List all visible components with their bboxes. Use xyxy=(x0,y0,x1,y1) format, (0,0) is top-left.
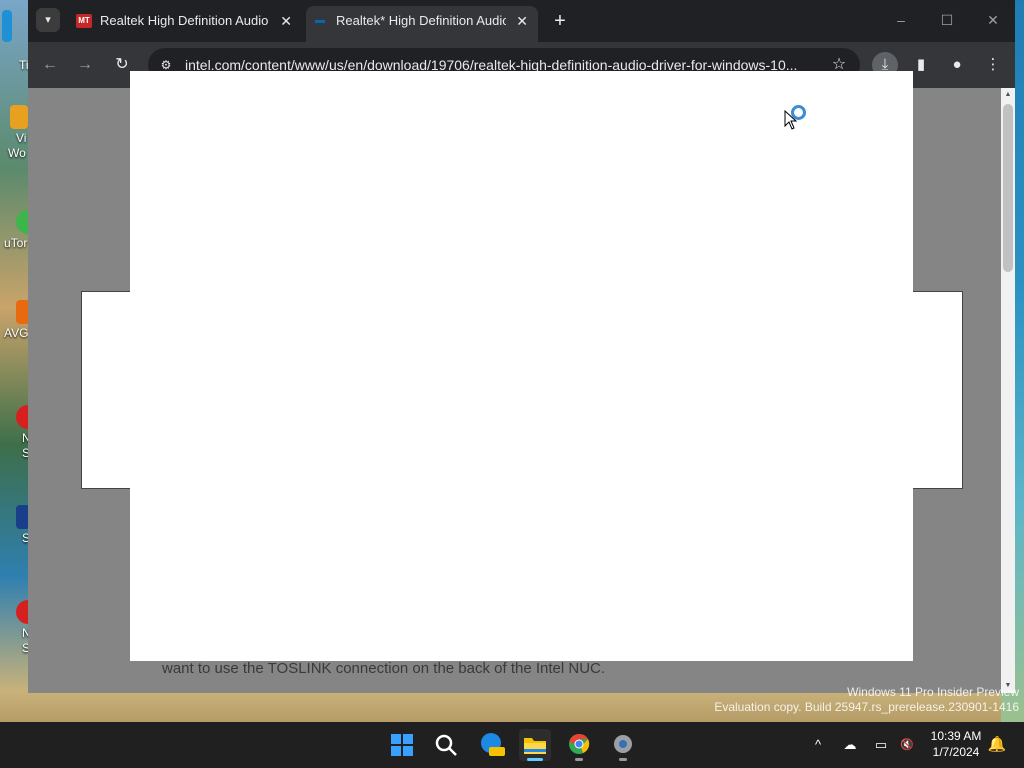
minimize-button[interactable]: – xyxy=(886,8,916,32)
profile-icon[interactable]: ● xyxy=(944,52,970,78)
chevron-down-icon: ▾ xyxy=(45,14,51,26)
running-indicator xyxy=(619,758,627,761)
search-icon xyxy=(435,734,457,756)
forward-button[interactable]: → xyxy=(72,52,98,78)
volume-muted-icon[interactable]: 🔇 xyxy=(896,735,918,755)
gear-icon xyxy=(614,735,632,753)
scrollbar-thumb[interactable] xyxy=(1003,104,1013,272)
show-hidden-icons-chevron[interactable]: ^ xyxy=(807,735,829,755)
windows-logo-icon xyxy=(391,734,413,756)
notification-bell-icon[interactable]: 🔔 xyxy=(987,735,1007,755)
onedrive-icon[interactable]: ☁ xyxy=(839,735,861,755)
network-icon[interactable]: ▭ xyxy=(870,735,892,755)
running-indicator xyxy=(575,758,583,761)
tab-strip: ▾ MT Realtek High Definition Audio D ✕ ▬… xyxy=(28,0,1015,42)
settings-button[interactable] xyxy=(607,729,639,761)
clock-date: 1/7/2024 xyxy=(932,745,980,759)
tab-search-button[interactable]: ▾ xyxy=(36,8,60,32)
chrome-button[interactable] xyxy=(563,729,595,761)
chrome-icon xyxy=(569,733,590,754)
page-body-text: want to use the TOSLINK connection on th… xyxy=(162,660,606,677)
download-bubble-popup[interactable] xyxy=(130,71,913,661)
search-button[interactable] xyxy=(430,729,462,761)
edge-pre-icon xyxy=(481,733,505,756)
mouse-cursor-icon xyxy=(784,110,798,130)
watermark-line: Windows 11 Pro Insider Preview xyxy=(847,685,1019,699)
windows-watermark: Windows 11 Pro Insider Preview Evaluatio… xyxy=(714,685,1019,715)
file-explorer-button[interactable] xyxy=(519,729,551,761)
new-tab-button[interactable]: + xyxy=(548,8,572,34)
page-scrollbar[interactable]: ▲ ▼ xyxy=(1001,88,1015,693)
tab-realtek-intel[interactable]: ▬ Realtek* High Definition Audio D ✕ xyxy=(306,6,538,42)
tab-title: Realtek High Definition Audio D xyxy=(100,13,270,28)
close-window-button[interactable]: ✕ xyxy=(978,8,1008,32)
tab-title: Realtek* High Definition Audio D xyxy=(336,13,506,28)
intel-favicon-icon: ▬ xyxy=(315,15,325,26)
edge-preview-button[interactable] xyxy=(475,729,507,761)
start-button[interactable] xyxy=(386,729,418,761)
clock-time: 10:39 AM xyxy=(930,729,982,743)
app-icon xyxy=(10,105,28,129)
tab-realtek-mt[interactable]: MT Realtek High Definition Audio D ✕ xyxy=(70,6,302,36)
back-button[interactable]: ← xyxy=(37,52,63,78)
app-icon xyxy=(2,10,12,42)
close-tab-icon[interactable]: ✕ xyxy=(516,6,528,36)
close-tab-icon[interactable]: ✕ xyxy=(280,6,292,36)
taskbar: ^ ☁ ▭ 🔇 10:39 AM 1/7/2024 🔔 xyxy=(0,722,1024,768)
menu-icon[interactable]: ⋮ xyxy=(980,52,1006,78)
desktop-icons: Ti Vi Wo uTor AVG N S S N S xyxy=(0,0,31,722)
folder-icon xyxy=(524,738,546,754)
system-clock[interactable]: 10:39 AM 1/7/2024 xyxy=(925,728,987,760)
watermark-line: Evaluation copy. Build 25947.rs_prerelea… xyxy=(714,700,1019,714)
mt-favicon-icon: MT xyxy=(76,14,92,28)
scroll-up-icon[interactable]: ▲ xyxy=(1001,88,1015,102)
maximize-button[interactable]: ☐ xyxy=(932,8,962,32)
active-indicator xyxy=(527,758,543,761)
